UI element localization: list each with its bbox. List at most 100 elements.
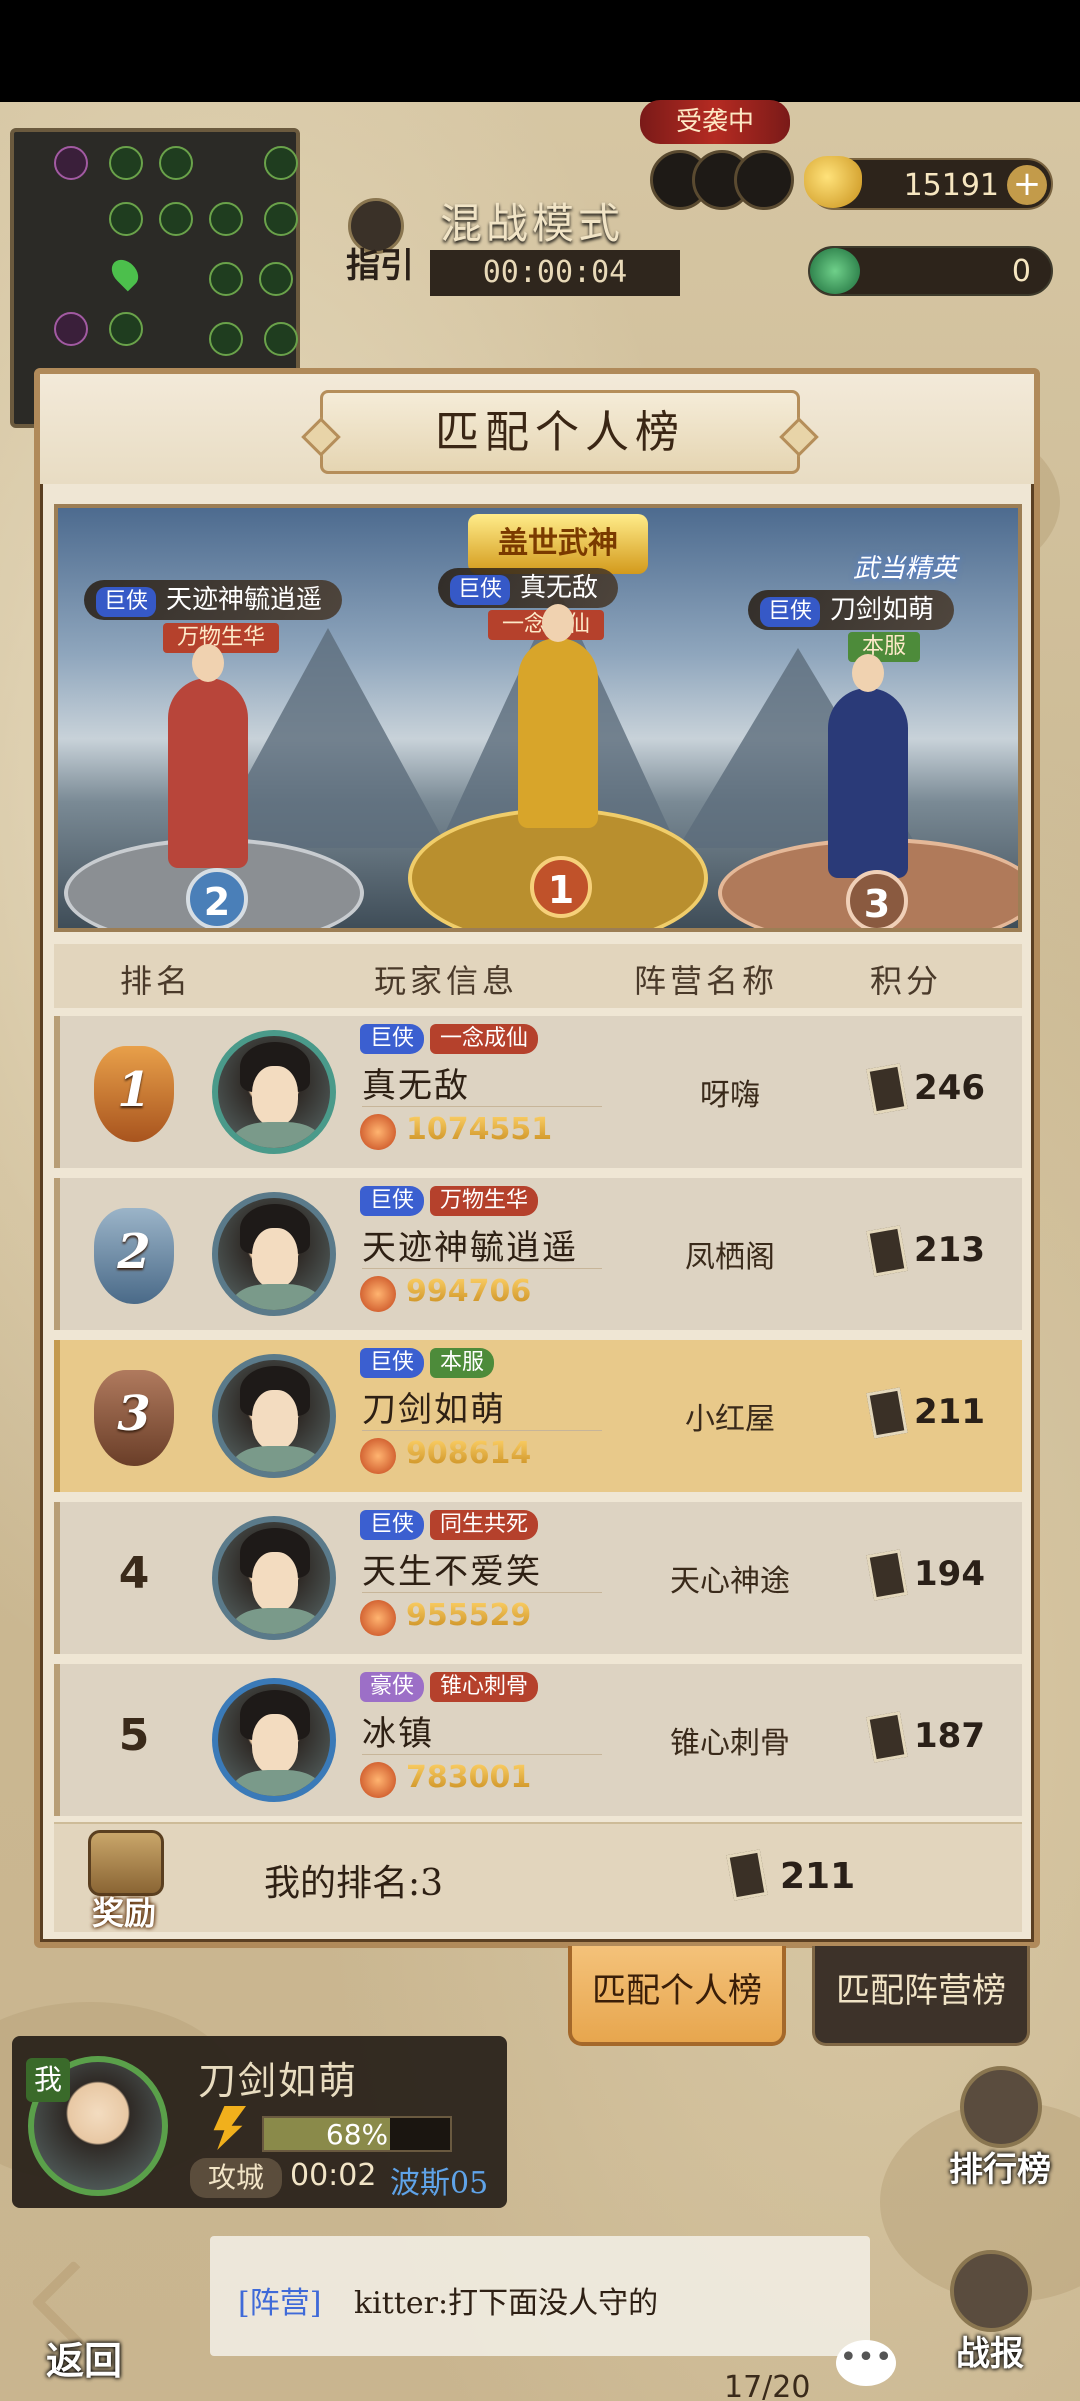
server-tag-chip: 万物生华 xyxy=(430,1186,539,1216)
gold-counter: 15191 + xyxy=(804,156,1053,210)
jade-value: 0 xyxy=(1011,254,1031,289)
avatar[interactable] xyxy=(212,1192,336,1316)
avatar[interactable] xyxy=(212,1030,336,1154)
avatar[interactable] xyxy=(212,1516,336,1640)
gold-ingot-icon xyxy=(804,156,862,208)
energy-progress-bar: 68% xyxy=(262,2116,452,2152)
chat-more-icon[interactable]: ••• xyxy=(836,2340,896,2386)
player-status-card[interactable]: 我 刀剑如萌 68% 攻城 00:02 波斯05 xyxy=(12,2036,507,2208)
table-row[interactable]: 5 豪侠 锥心刺骨 冰镇 783001 锥心刺骨 187 xyxy=(54,1664,1022,1816)
treasure-chest-icon xyxy=(88,1830,164,1896)
podium-third-nameplate: 巨侠 刀剑如萌 xyxy=(748,590,955,630)
flame-icon xyxy=(360,1600,396,1636)
flame-icon xyxy=(360,1438,396,1474)
podium-third-rank: 3 xyxy=(846,870,908,928)
server-tag-chip: 本服 xyxy=(430,1348,495,1378)
panel-title: 匹配个人榜 xyxy=(320,390,800,474)
attacker-avatars[interactable] xyxy=(650,150,800,216)
podium-first-name: 真无敌 xyxy=(520,573,599,603)
camp-name: 天心神途 xyxy=(670,1564,790,1599)
guide-button[interactable]: 指引 xyxy=(340,198,420,286)
podium-second-nameplate: 巨侠 天迹神毓逍遥 xyxy=(84,580,343,620)
table-row[interactable]: 1 巨侠 一念成仙 真无敌 1074551 呀嗨 246 xyxy=(54,1016,1022,1168)
camp-name: 锥心刺骨 xyxy=(670,1726,790,1761)
battle-report-button[interactable]: 战报 xyxy=(930,2250,1050,2380)
location-pin-icon xyxy=(106,254,144,292)
bottom-progress: 17/20 xyxy=(724,2370,811,2401)
rank-medal-silver: 2 xyxy=(86,1208,182,1304)
ranking-table-header: 排名 玩家信息 阵营名称 积分 xyxy=(54,944,1022,1008)
camp-name: 凤栖阁 xyxy=(685,1240,775,1275)
reward-button[interactable]: 奖励 xyxy=(74,1830,174,1932)
under-attack-badge[interactable]: 受袭中 xyxy=(640,100,790,144)
podium-second-tag: 万物生华 xyxy=(163,623,280,653)
add-gold-button[interactable]: + xyxy=(1007,165,1047,205)
energy-percent: 68% xyxy=(325,2118,389,2151)
column-header-camp: 阵营名称 xyxy=(634,962,779,1000)
rank-medal-bronze: 3 xyxy=(86,1370,182,1466)
mode-title: 混战模式 xyxy=(440,199,625,248)
podium-first-figure[interactable] xyxy=(518,604,598,828)
chat-message: kitter:打下面没人守的 xyxy=(354,2286,659,2321)
leaderboard-button[interactable]: 排行榜 xyxy=(940,2066,1060,2196)
table-row-self[interactable]: 3 巨侠 本服 刀剑如萌 908614 小红屋 211 xyxy=(54,1340,1022,1492)
column-header-score: 积分 xyxy=(870,962,943,1000)
my-rank-bar: 奖励 我的排名:3 211 xyxy=(54,1822,1022,1932)
podium-second-rank: 2 xyxy=(186,868,248,928)
tab-camp-ranking[interactable]: 匹配阵营榜 xyxy=(812,1946,1030,2046)
swords-icon xyxy=(950,2250,1032,2332)
server-tag-chip: 同生共死 xyxy=(430,1510,539,1540)
top-three-podium: 盖世武神 武当精英 巨侠天迹神毓逍遥 万物生华 2 巨侠真无敌 一念成仙 1 巨… xyxy=(54,504,1022,932)
column-header-rank: 排名 xyxy=(120,962,193,1000)
energy-bolt-icon xyxy=(213,2106,246,2150)
jade-counter: 0 xyxy=(808,246,1053,296)
crossed-swords-icon xyxy=(960,2066,1042,2148)
back-button[interactable]: 返回 xyxy=(24,2260,144,2390)
jade-icon xyxy=(810,248,860,294)
avatar[interactable] xyxy=(212,1354,336,1478)
chat-channel: [阵营] xyxy=(238,2286,322,2321)
elite-title-label: 武当精英 xyxy=(853,554,958,584)
rank-title-chip: 巨侠 xyxy=(360,1348,425,1378)
podium-third-figure[interactable] xyxy=(828,654,908,878)
tab-personal-ranking[interactable]: 匹配个人榜 xyxy=(568,1946,786,2046)
my-rank-text: 我的排名:3 xyxy=(264,1863,444,1904)
podium-third-title: 巨侠 xyxy=(760,597,821,627)
rank-medal-gold: 1 xyxy=(86,1046,182,1142)
table-row[interactable]: 4 巨侠 同生共死 天生不爱笑 955529 天心神途 194 xyxy=(54,1502,1022,1654)
mode-timer: 00:00:04 xyxy=(430,250,680,296)
token-icon xyxy=(866,1063,908,1115)
gold-value: 15191 xyxy=(903,168,999,203)
flame-icon xyxy=(360,1762,396,1798)
rank-title-chip: 豪侠 xyxy=(360,1672,425,1702)
rank-number: 4 xyxy=(118,1548,150,1599)
chat-bar[interactable]: [阵营] kitter:打下面没人守的 xyxy=(210,2236,870,2356)
camp-name: 小红屋 xyxy=(685,1402,775,1437)
champion-title-badge: 盖世武神 xyxy=(468,514,648,574)
guide-label: 指引 xyxy=(346,246,414,286)
token-icon xyxy=(866,1549,908,1601)
podium-first-nameplate: 巨侠 真无敌 xyxy=(438,568,619,608)
flame-icon xyxy=(360,1114,396,1150)
player-name: 刀剑如萌 xyxy=(362,1390,506,1430)
reward-label: 奖励 xyxy=(91,1894,156,1932)
player-name: 真无敌 xyxy=(362,1066,470,1106)
podium-second-figure[interactable] xyxy=(168,644,248,868)
action-status-chip: 攻城 xyxy=(190,2158,282,2198)
table-row[interactable]: 2 巨侠 万物生华 天迹神毓逍遥 994706 凤栖阁 213 xyxy=(54,1178,1022,1330)
target-city[interactable]: 波斯05 xyxy=(390,2158,488,2202)
battle-report-label: 战报 xyxy=(956,2334,1024,2374)
podium-second-title: 巨侠 xyxy=(96,587,157,617)
server-tag-chip: 一念成仙 xyxy=(430,1024,539,1054)
rank-title-chip: 巨侠 xyxy=(360,1186,425,1216)
player-name: 冰镇 xyxy=(362,1714,434,1754)
ranking-panel: 匹配个人榜 盖世武神 武当精英 巨侠天迹神毓逍遥 万物生华 2 巨侠真无敌 一念… xyxy=(34,368,1040,1948)
podium-third-name: 刀剑如萌 xyxy=(830,595,935,625)
token-icon xyxy=(866,1225,908,1277)
server-tag-chip: 锥心刺骨 xyxy=(430,1672,539,1702)
column-header-player: 玩家信息 xyxy=(374,962,519,1000)
action-timer: 00:02 xyxy=(290,2158,377,2193)
token-icon xyxy=(726,1849,768,1901)
avatar[interactable] xyxy=(212,1678,336,1802)
back-label: 返回 xyxy=(45,2338,122,2383)
